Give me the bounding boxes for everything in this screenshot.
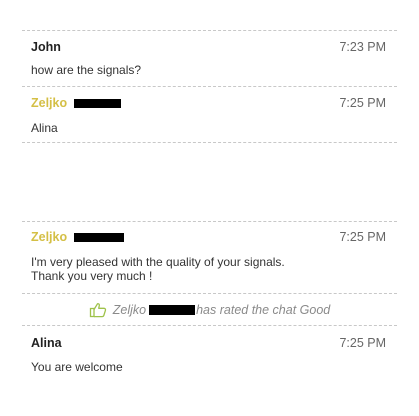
message-divider [22,86,397,87]
redacted-surname [73,99,121,108]
chat-transcript: John 7:23 PM how are the signals? Zeljko… [0,0,419,416]
sender-first-name: Zeljko [31,230,68,244]
message-time: 7:23 PM [339,40,386,54]
message-divider [22,325,397,326]
message-text: You are welcome [31,360,123,374]
message-text-line: I'm very pleased with the quality of you… [31,255,285,269]
message-text: how are the signals? [31,63,142,77]
sender-name: Zeljko [31,230,124,244]
rating-text: has rated the chat Good [196,303,331,317]
message-time: 7:25 PM [339,230,386,244]
message-divider [22,293,397,294]
sender-name: Zeljko [31,96,121,110]
message-time: 7:25 PM [339,336,386,350]
redacted-surname [73,233,124,242]
message-divider [22,221,397,222]
message-time: 7:25 PM [339,96,386,110]
rating-user-name: Zeljko [112,303,147,317]
sender-first-name: Zeljko [31,96,68,110]
sender-name: Alina [31,336,62,350]
chat-rating-event: Zeljko has rated the chat Good [0,301,419,319]
sender-name: John [31,40,61,54]
message-divider [22,142,397,143]
message-divider [22,30,397,31]
redacted-surname [149,305,196,315]
thumbs-up-icon [89,302,107,318]
message-text: Alina [31,121,58,135]
message-text-line: Thank you very much ! [31,269,153,283]
